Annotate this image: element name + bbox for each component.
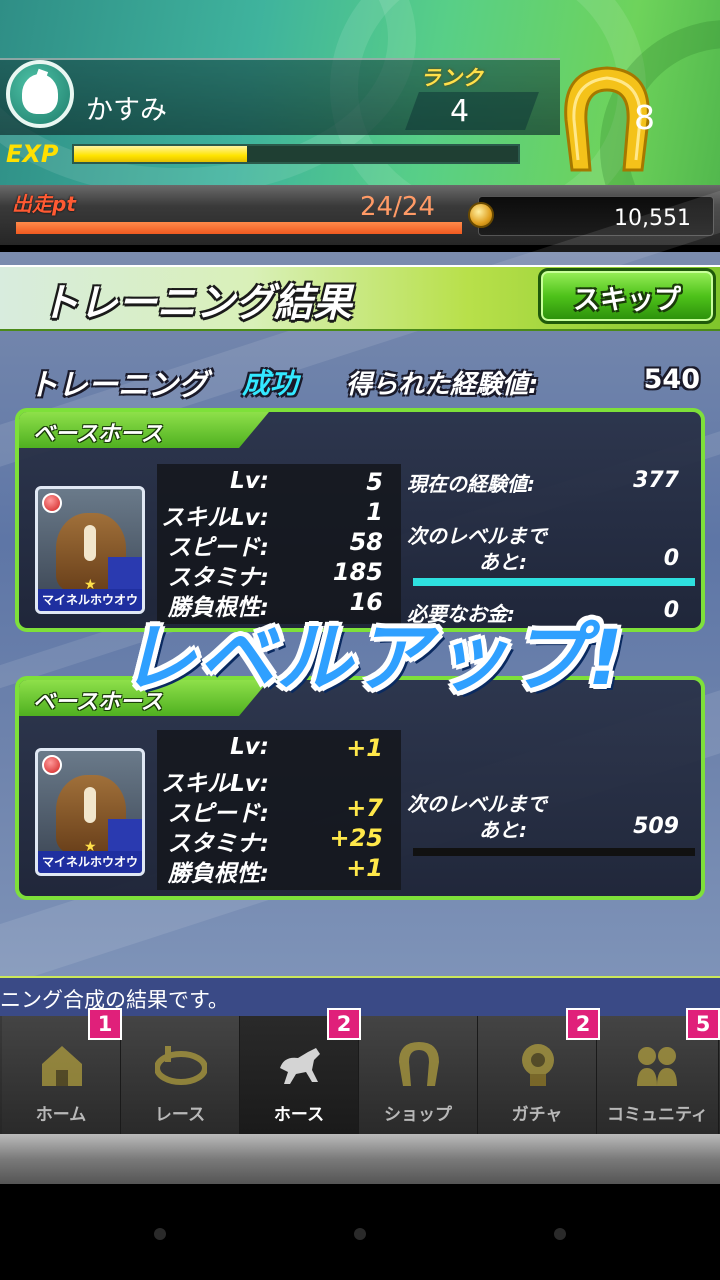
race-track-icon (155, 1046, 207, 1085)
horse-icon (280, 1048, 320, 1084)
horse-saddle-cloth (108, 557, 142, 591)
nav-horse-label: ホース (273, 1105, 325, 1125)
stat-value-guts: +1 (346, 854, 383, 882)
rarity-badge-icon (42, 755, 62, 775)
horse-blaze (84, 525, 96, 561)
next-level-bar (413, 848, 695, 856)
nav-gacha-badge: 2 (566, 1008, 600, 1040)
nav-community-label: コミュニティ (607, 1105, 708, 1125)
base-horse-panel-after: ベースホース ★ マイネルホウオウ Lv: +1 スキルLv: スピード: +7… (15, 676, 705, 900)
remaining-value: 509 (633, 814, 679, 839)
next-level-bar-fill (413, 578, 695, 586)
stat-label-level: Lv: (230, 734, 269, 760)
stat-label-stamina: スタミナ: (167, 831, 269, 857)
sortie-points-bar (16, 222, 462, 234)
stat-value-level: +1 (346, 734, 383, 762)
required-money-value: 0 (663, 598, 679, 623)
stat-label-skill-level: スキルLv: (161, 771, 269, 797)
panel-tab: ベースホース (19, 412, 269, 448)
remaining-label: あと: (479, 550, 527, 574)
stat-label-level: Lv: (230, 468, 269, 494)
page-title: トレーニング結果 (40, 281, 353, 326)
exp-bar (72, 144, 520, 164)
remaining-value: 0 (663, 546, 679, 571)
stat-label-stamina: スタミナ: (167, 565, 269, 591)
nav-race-label: レース (154, 1105, 206, 1125)
training-label: トレーニング (28, 368, 208, 403)
player-name: かすみ (86, 95, 167, 126)
player-avatar[interactable] (6, 60, 74, 128)
stat-label-speed: スピード: (167, 535, 269, 561)
horse-saddle-cloth (108, 819, 142, 853)
nav-shop-label: ショップ (384, 1105, 452, 1125)
frame-bottom (0, 1134, 720, 1184)
community-icon (637, 1047, 677, 1086)
stat-label-speed: スピード: (167, 801, 269, 827)
nav-home-label: ホーム (35, 1105, 87, 1125)
coin-icon (468, 202, 494, 228)
rank-label: ランク (420, 66, 483, 90)
remaining-label: あと: (479, 818, 527, 842)
nav-horse-badge: 2 (327, 1008, 361, 1040)
sortie-points-value: 24/24 (360, 192, 435, 222)
current-exp-label: 現在の経験値: (407, 472, 535, 496)
horse-name: マイネルホウオウ (38, 851, 142, 873)
level-up-banner: レベルアップ! (120, 613, 625, 702)
stat-value-skill-level: 1 (366, 498, 383, 526)
gacha-icon (522, 1044, 554, 1086)
horse-card[interactable]: ★ マイネルホウオウ (35, 486, 145, 614)
stat-value-level: 5 (366, 468, 383, 496)
stat-value-stamina: 185 (332, 558, 383, 586)
nav-race[interactable]: レース (121, 1016, 240, 1134)
nav-gacha-label: ガチャ (511, 1105, 563, 1125)
stat-label-guts: 勝負根性: (167, 861, 269, 887)
next-level-label: 次のレベルまで (407, 792, 547, 816)
stat-value-stamina: +25 (329, 824, 383, 852)
recents-button[interactable] (554, 1228, 566, 1240)
skip-button-label: スキップ (573, 285, 681, 316)
exp-bar-fill (74, 146, 248, 162)
nav-community-badge: 5 (686, 1008, 720, 1040)
next-level-label: 次のレベルまで (407, 524, 547, 548)
back-button[interactable] (154, 1228, 166, 1240)
exp-gained-value: 540 (643, 364, 700, 395)
stat-value-speed: 58 (349, 528, 383, 556)
stat-value-speed: +7 (346, 794, 383, 822)
horse-blaze (84, 787, 96, 823)
horseshoe-count: 8 (634, 98, 655, 137)
horse-card[interactable]: ★ マイネルホウオウ (35, 748, 145, 876)
nav-home-badge: 1 (88, 1008, 122, 1040)
rarity-badge-icon (42, 493, 62, 513)
next-level-bar (413, 578, 695, 586)
home-button[interactable] (354, 1228, 366, 1240)
rank-box (405, 92, 539, 130)
house-icon (42, 1046, 82, 1086)
rank-value: 4 (450, 94, 470, 129)
exp-gained-label: 得られた経験値: (346, 370, 539, 400)
exp-label: EXP (6, 140, 59, 168)
sortie-points-label: 出走pt (12, 192, 76, 216)
stat-label-skill-level: スキルLv: (161, 505, 269, 531)
stats-box: Lv: +1 スキルLv: スピード: +7 スタミナ: +25 勝負根性: +… (157, 730, 401, 890)
current-exp-value: 377 (633, 468, 679, 493)
nav-shop[interactable]: ショップ (359, 1016, 478, 1134)
skip-button[interactable]: スキップ (538, 268, 716, 324)
panel-tab-label: ベースホース (33, 422, 163, 447)
training-result: 成功 (242, 367, 299, 400)
sortie-points-bar-fill (16, 222, 462, 234)
horseshoe-icon (399, 1042, 439, 1086)
